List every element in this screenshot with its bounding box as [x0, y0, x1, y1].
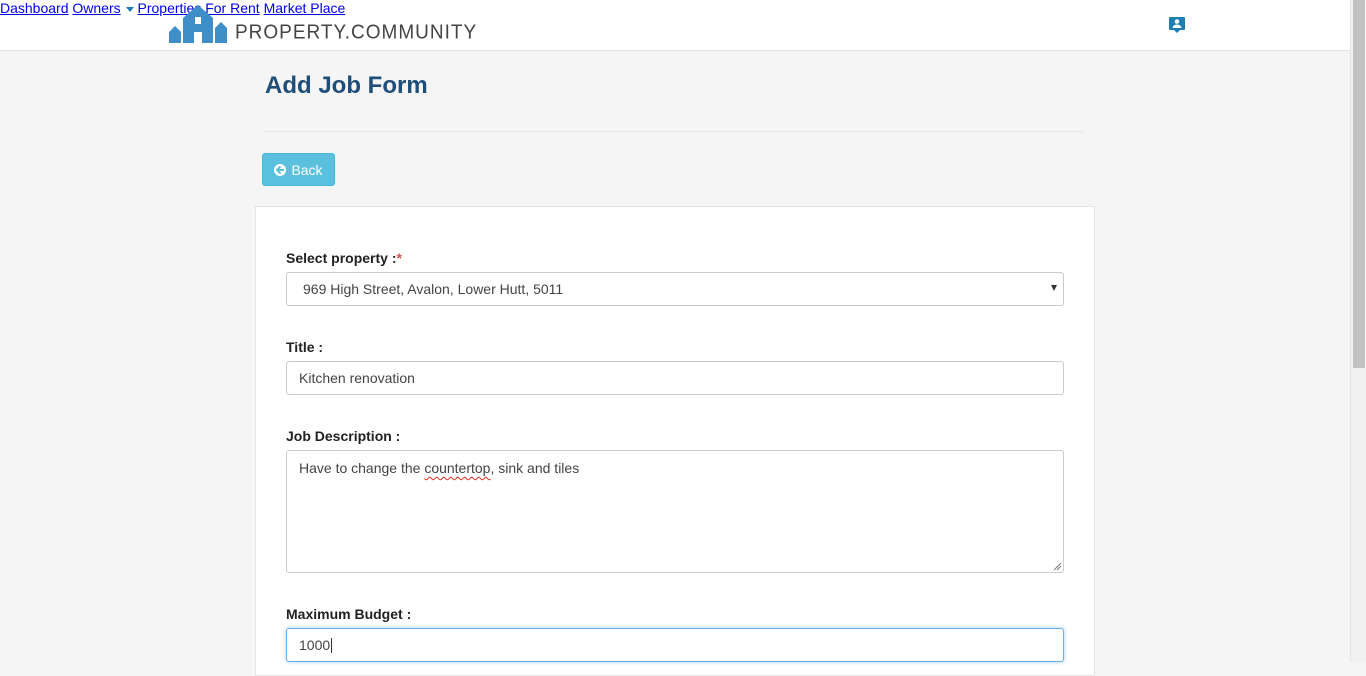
budget-label: Maximum Budget : [286, 606, 412, 622]
text-cursor [331, 637, 333, 653]
brand-logo[interactable]: PROPERTY.COMMUNITY [169, 4, 477, 44]
description-text-start: Have to change the [299, 460, 425, 476]
required-mark: * [396, 250, 402, 266]
title-input-value: Kitchen renovation [299, 370, 415, 386]
property-select[interactable]: 969 High Street, Avalon, Lower Hutt, 501… [286, 272, 1064, 306]
page-scrollbar[interactable] [1350, 0, 1366, 662]
property-label: Select property :* [286, 250, 402, 266]
house-logo-icon [169, 5, 227, 43]
nav-owners-label: Owners [72, 0, 121, 16]
top-navbar: PROPERTY.COMMUNITY Dashboard Owners Prop… [0, 0, 1350, 51]
description-text: Have to change the countertop, sink and … [299, 460, 579, 476]
description-textarea[interactable]: Have to change the countertop, sink and … [286, 450, 1064, 573]
description-label: Job Description : [286, 428, 401, 444]
nav-owners[interactable]: Owners [72, 0, 134, 16]
brand-name: PROPERTY.COMMUNITY [235, 21, 478, 44]
description-text-end: , sink and tiles [490, 460, 580, 476]
budget-input-value: 1000 [299, 637, 331, 653]
page-title: Add Job Form [265, 72, 428, 99]
property-label-text: Select property : [286, 250, 397, 266]
dropdown-arrow-icon [1051, 285, 1057, 291]
spellcheck-word: countertop [424, 460, 491, 476]
caret-down-icon [125, 6, 134, 12]
property-select-value: 969 High Street, Avalon, Lower Hutt, 501… [303, 281, 564, 297]
user-card-icon[interactable] [1169, 16, 1185, 34]
budget-input[interactable]: 1000 [286, 628, 1064, 662]
back-button[interactable]: Back [262, 153, 335, 186]
title-divider [265, 131, 1083, 132]
scrollbar-thumb[interactable] [1353, 0, 1365, 368]
arrow-left-icon [274, 163, 287, 176]
nav-dashboard[interactable]: Dashboard [0, 0, 69, 16]
back-button-label: Back [291, 161, 323, 178]
title-input[interactable]: Kitchen renovation [286, 361, 1064, 395]
resize-grip-icon[interactable] [1053, 562, 1062, 571]
title-label: Title : [286, 339, 324, 355]
